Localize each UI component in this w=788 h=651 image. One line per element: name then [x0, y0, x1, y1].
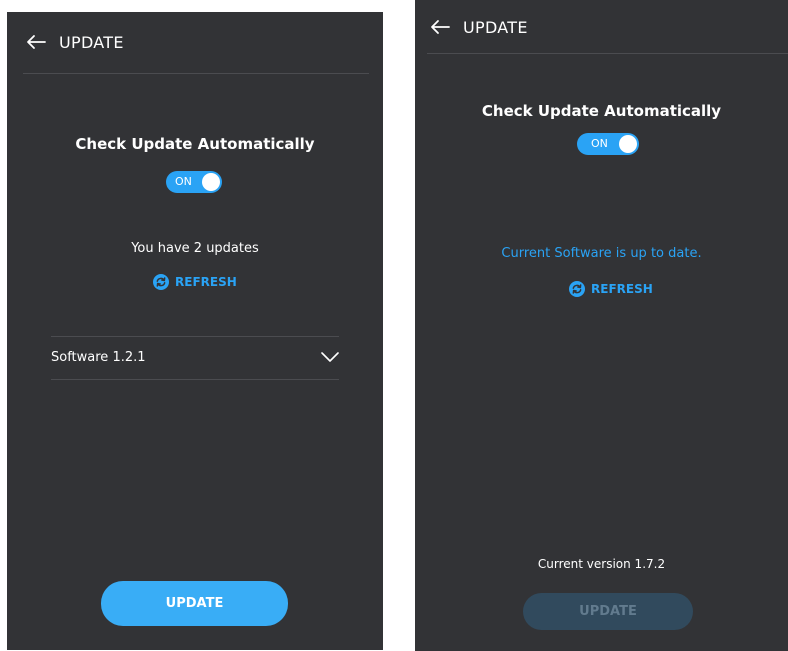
header-divider — [23, 73, 369, 74]
arrow-left-icon[interactable] — [25, 34, 47, 50]
auto-update-title: Check Update Automatically — [75, 135, 315, 153]
software-version-label: Software 1.2.1 — [51, 350, 146, 365]
refresh-icon — [569, 281, 585, 297]
update-status-text: You have 2 updates — [131, 241, 259, 256]
update-screen-with-updates: UPDATE Check Update Automatically ON You… — [7, 12, 383, 650]
toggle-label: ON — [591, 137, 608, 150]
header: UPDATE — [415, 0, 788, 54]
current-version-text: Current version 1.7.2 — [537, 557, 666, 571]
software-list-item[interactable]: Software 1.2.1 — [51, 337, 339, 379]
refresh-button[interactable]: REFRESH — [153, 274, 237, 290]
auto-update-title: Check Update Automatically — [481, 102, 722, 120]
refresh-button[interactable]: REFRESH — [569, 281, 653, 297]
refresh-icon — [153, 274, 169, 290]
update-status-text: Current Software is up to date. — [501, 246, 702, 261]
toggle-label: ON — [175, 175, 192, 188]
update-button[interactable]: UPDATE — [523, 593, 693, 630]
toggle-knob — [202, 173, 220, 191]
auto-update-toggle[interactable]: ON — [577, 133, 639, 155]
header-divider — [427, 53, 788, 54]
auto-update-toggle[interactable]: ON — [166, 171, 222, 193]
header: UPDATE — [7, 12, 383, 72]
screenshot-stage: UPDATE Check Update Automatically ON You… — [0, 0, 788, 651]
page-title: UPDATE — [463, 17, 528, 37]
arrow-left-icon[interactable] — [429, 19, 451, 35]
update-screen-up-to-date: UPDATE Check Update Automatically ON Cur… — [415, 0, 788, 651]
update-button[interactable]: UPDATE — [101, 581, 288, 626]
toggle-knob — [619, 135, 637, 153]
chevron-down-icon — [321, 352, 339, 362]
page-title: UPDATE — [59, 32, 124, 52]
refresh-label: REFRESH — [175, 275, 237, 289]
refresh-label: REFRESH — [591, 282, 653, 296]
list-divider — [51, 379, 339, 380]
